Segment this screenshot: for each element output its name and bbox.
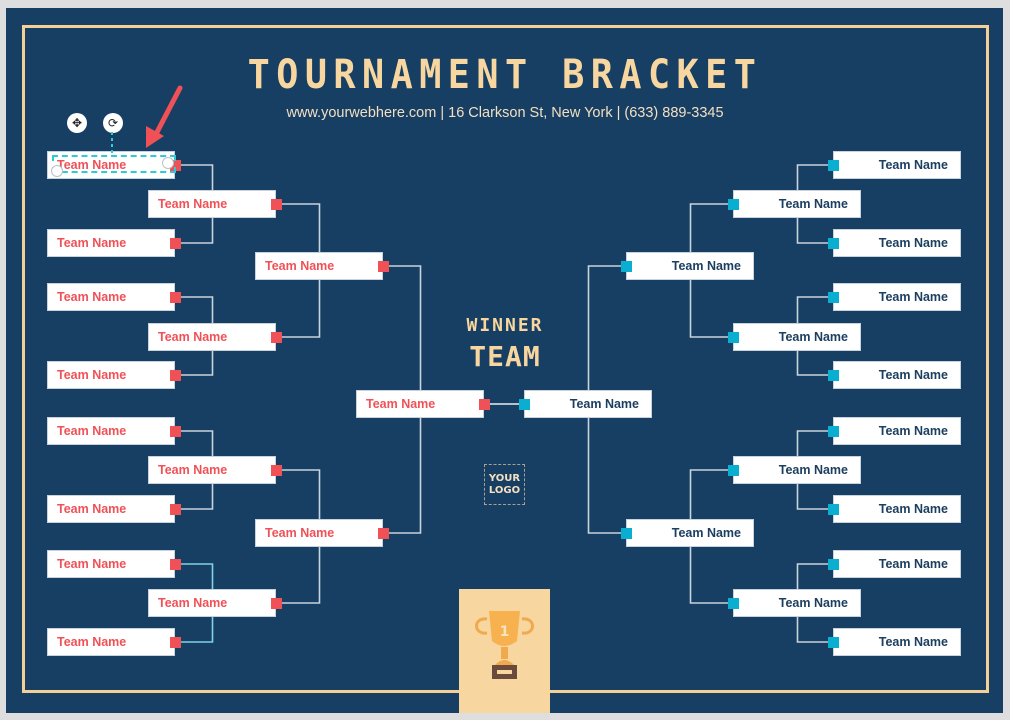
winner-team-label[interactable]: TEAM	[0, 340, 1010, 373]
logo-line-2: LOGO	[488, 485, 521, 496]
right-final-node-1	[519, 399, 530, 410]
right-round1-node-1	[828, 160, 839, 171]
right-round2-node-4	[728, 598, 739, 609]
left-round2-team-4[interactable]: Team Name	[148, 589, 276, 617]
left-round1-node-8	[170, 637, 181, 648]
left-round1-node-7	[170, 559, 181, 570]
right-round1-team-2[interactable]: Team Name	[833, 229, 961, 257]
left-final-team-1[interactable]: Team Name	[356, 390, 484, 418]
resize-handle-right[interactable]	[162, 157, 174, 169]
right-round3-node-2	[621, 528, 632, 539]
trophy-icon: 1	[475, 611, 534, 679]
move-icon[interactable]: ✥	[67, 113, 87, 133]
left-round1-node-2	[170, 238, 181, 249]
right-round2-team-1[interactable]: Team Name	[733, 190, 861, 218]
left-round2-team-1[interactable]: Team Name	[148, 190, 276, 218]
right-connector-round3-2	[587, 404, 626, 534]
right-round2-team-3[interactable]: Team Name	[733, 456, 861, 484]
left-round3-team-2[interactable]: Team Name	[255, 519, 383, 547]
left-round1-team-8[interactable]: Team Name	[47, 628, 175, 656]
winner-label[interactable]: WINNER	[0, 315, 1010, 336]
right-round1-node-8	[828, 637, 839, 648]
right-round3-node-1	[621, 261, 632, 272]
right-round1-node-3	[828, 292, 839, 303]
left-round2-team-3[interactable]: Team Name	[148, 456, 276, 484]
resize-handle-left[interactable]	[51, 165, 63, 177]
right-round1-team-3[interactable]: Team Name	[833, 283, 961, 311]
right-round2-team-4[interactable]: Team Name	[733, 589, 861, 617]
right-round1-team-5[interactable]: Team Name	[833, 417, 961, 445]
right-round3-team-2[interactable]: Team Name	[626, 519, 754, 547]
right-round1-node-7	[828, 559, 839, 570]
right-round1-team-6[interactable]: Team Name	[833, 495, 961, 523]
right-round1-team-8[interactable]: Team Name	[833, 628, 961, 656]
left-round1-team-5[interactable]: Team Name	[47, 417, 175, 445]
right-round2-node-3	[728, 465, 739, 476]
selection-outline	[52, 155, 176, 173]
trophy-panel[interactable]: 1	[459, 589, 550, 713]
right-round3-team-1[interactable]: Team Name	[626, 252, 754, 280]
left-round1-team-7[interactable]: Team Name	[47, 550, 175, 578]
left-round3-node-2	[378, 528, 389, 539]
right-round1-node-6	[828, 504, 839, 515]
right-round1-team-7[interactable]: Team Name	[833, 550, 961, 578]
right-final-team-1[interactable]: Team Name	[524, 390, 652, 418]
right-round1-team-1[interactable]: Team Name	[833, 151, 961, 179]
left-round3-team-1[interactable]: Team Name	[255, 252, 383, 280]
left-round1-team-6[interactable]: Team Name	[47, 495, 175, 523]
left-final-node-1	[479, 399, 490, 410]
left-round2-node-1	[271, 199, 282, 210]
logo-line-1: YOUR	[488, 473, 521, 484]
trophy-rank: 1	[500, 624, 510, 640]
left-round1-team-3[interactable]: Team Name	[47, 283, 175, 311]
right-round1-node-2	[828, 238, 839, 249]
rotate-icon[interactable]: ⟳	[103, 113, 123, 133]
left-round3-node-1	[378, 261, 389, 272]
left-round1-node-5	[170, 426, 181, 437]
right-round1-node-5	[828, 426, 839, 437]
left-round2-node-4	[271, 598, 282, 609]
left-connector-round3-2	[384, 404, 422, 534]
logo-placeholder[interactable]: YOUR LOGO	[484, 464, 525, 505]
left-round1-team-2[interactable]: Team Name	[47, 229, 175, 257]
left-round1-node-6	[170, 504, 181, 515]
left-round1-node-3	[170, 292, 181, 303]
right-round2-node-1	[728, 199, 739, 210]
left-round2-node-3	[271, 465, 282, 476]
